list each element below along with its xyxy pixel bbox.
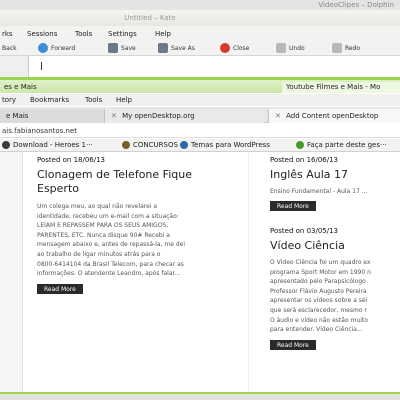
post-title-clonagem[interactable]: Clonagem de Telefone Fique Esperto xyxy=(37,168,247,196)
bookmark-label: Faça parte deste ges··· xyxy=(307,141,387,149)
bookmark-label: CONCURSOS xyxy=(133,141,178,149)
post-title-ingles[interactable]: Inglês Aula 17 xyxy=(270,168,400,182)
excerpt-line: para entender. Vídeo Ciência... xyxy=(270,326,363,334)
undo-button[interactable]: Undo xyxy=(276,42,305,54)
excerpt-line: Um colega meu, ao qual não revelarei a xyxy=(37,203,158,210)
post-excerpt: Um colega meu, ao qual não revelarei a i… xyxy=(37,202,247,279)
bookmark-label: Temas para WordPress xyxy=(191,141,270,149)
tab-opendesktop[interactable]: ✕ My openDesktop.org xyxy=(104,109,264,123)
back-label: Back xyxy=(2,44,17,52)
taskbar-strip xyxy=(0,392,400,400)
save-label: Save xyxy=(121,44,136,52)
forward-button[interactable]: Forward xyxy=(38,42,75,54)
tab-fabiano[interactable]: e Mais xyxy=(0,109,104,123)
tab-opendesktop-label: My openDesktop.org xyxy=(122,112,195,120)
read-more-button[interactable]: Read More xyxy=(270,201,316,211)
download-icon xyxy=(2,141,10,149)
excerpt-line: PARENTES, ETC. Nunca disque 90# Recebi a xyxy=(37,231,170,239)
window-tab-left[interactable]: es e Mais xyxy=(0,82,56,93)
browser-menubar: tory Bookmarks Tools Help xyxy=(0,94,400,106)
read-more-button[interactable]: Read More xyxy=(270,340,316,350)
kate-menu-sessions[interactable]: Sessions xyxy=(27,30,57,38)
excerpt-line: apresentado pelo Parapsicólogo xyxy=(270,278,366,286)
post-date: Posted on 16/06/13 xyxy=(270,156,339,164)
kate-menu-settings[interactable]: Settings xyxy=(108,30,137,38)
tab-fabiano-label: e Mais xyxy=(6,112,29,120)
save-button[interactable]: Save xyxy=(108,42,136,54)
post-excerpt: Ensino Fundamental - Aula 17 ... xyxy=(270,188,368,195)
post-title-video-ciencia[interactable]: Vídeo Ciência xyxy=(270,239,400,253)
redo-label: Redo xyxy=(345,44,361,52)
column-divider xyxy=(248,152,249,393)
bookmark-concursos[interactable]: CONCURSOS xyxy=(122,141,178,149)
read-more-button[interactable]: Read More xyxy=(37,284,83,294)
kate-menu-tools[interactable]: Tools xyxy=(75,30,92,38)
tab-close-icon[interactable]: ✕ xyxy=(275,112,281,120)
forward-label: Forward xyxy=(51,44,76,52)
menu-history[interactable]: tory xyxy=(2,96,16,104)
excerpt-line: que será esclarecedor, mesmo r xyxy=(270,306,367,314)
bookmark-faca-parte[interactable]: Faça parte deste ges··· xyxy=(296,141,387,149)
excerpt-line: mensagem abaixo e, antes de repassá-la, … xyxy=(37,241,186,249)
url-text: ais.fabianosantos.net xyxy=(2,127,78,135)
bookmark-label: Download - Heroes 1··· xyxy=(13,141,93,149)
post-date: Posted on 18/06/13 xyxy=(37,156,106,164)
save-as-icon xyxy=(158,43,168,53)
close-button[interactable]: Close xyxy=(220,42,249,54)
save-as-label: Save As xyxy=(171,44,195,52)
kate-window-title: Untitled – Kate xyxy=(124,14,176,22)
page-content: Posted on 18/06/13 Clonagem de Telefone … xyxy=(22,152,400,393)
close-label: Close xyxy=(233,44,250,52)
bookmarks-toolbar: Download - Heroes 1··· CONCURSOS Temas p… xyxy=(0,139,400,152)
text-cursor xyxy=(41,62,42,70)
redo-icon xyxy=(332,43,342,53)
excerpt-line: LEIAM E REPASSEM PARA OS SEUS AMIGOS, xyxy=(37,222,169,230)
post-excerpt: O Vídeo Ciência foi um quadro ex program… xyxy=(270,258,400,335)
browser-tabbar: e Mais ✕ My openDesktop.org ✕ Add Conten… xyxy=(0,107,400,123)
leaf-icon xyxy=(296,141,304,149)
excerpt-line: O áudio e vídeo não estão muito xyxy=(270,316,368,324)
excerpt-line: informações. O atendente Leandro, após f… xyxy=(37,270,181,278)
wordpress-icon xyxy=(180,141,188,149)
kate-menubar: rks Sessions Tools Settings Help xyxy=(0,27,400,39)
excerpt-line: programa Sport Motor em 1990 n xyxy=(270,268,371,276)
excerpt-line: 0800-6414104 da Brasil Telecom, para che… xyxy=(37,260,184,268)
undo-icon xyxy=(276,43,286,53)
bookmark-temas-wordpress[interactable]: Temas para WordPress xyxy=(180,141,270,149)
excerpt-line: O Vídeo Ciência foi um quadro ex xyxy=(270,259,371,266)
menu-tools[interactable]: Tools xyxy=(85,96,102,104)
save-icon xyxy=(108,43,118,53)
kate-titlebar[interactable]: Untitled – Kate xyxy=(0,10,400,26)
post-title-line: Clonagem de Telefone Fique xyxy=(37,168,192,181)
kate-menu-help[interactable]: Help xyxy=(155,30,171,38)
back-button[interactable]: Back xyxy=(2,42,17,54)
kate-menu-bookmarks[interactable]: rks xyxy=(2,30,13,38)
excerpt-line: identidade, recebeu um e-mail com a situ… xyxy=(37,212,179,220)
tab-add-content-label: Add Content openDesktop xyxy=(286,112,379,120)
kate-toolbar: Back Forward Save Save As Close Undo Red… xyxy=(0,40,400,56)
close-icon xyxy=(220,43,230,53)
page-left-margin xyxy=(0,152,22,393)
browser-window-titlebar[interactable]: es e Mais Youtube Filmes e Mais - Mo xyxy=(0,80,400,93)
menu-help[interactable]: Help xyxy=(116,96,132,104)
excerpt-line: apresentar os vídeos sobre a séi xyxy=(270,297,368,305)
dolphin-title: VideoClipes – Dolphin xyxy=(318,1,394,9)
forward-icon xyxy=(38,43,48,53)
undo-label: Undo xyxy=(289,44,305,52)
menu-bookmarks[interactable]: Bookmarks xyxy=(30,96,69,104)
bookmark-icon xyxy=(122,141,130,149)
url-bar[interactable]: ais.fabianosantos.net xyxy=(0,124,400,138)
tab-close-icon[interactable]: ✕ xyxy=(111,112,117,120)
redo-button[interactable]: Redo xyxy=(332,42,360,54)
bookmark-download-heroes[interactable]: Download - Heroes 1··· xyxy=(2,141,93,149)
excerpt-line: Professor Flávio Augusto Pereira xyxy=(270,287,367,295)
browser-window: es e Mais Youtube Filmes e Mais - Mo tor… xyxy=(0,77,400,393)
excerpt-line: ao trabalho de ligar minutos atrás para … xyxy=(37,250,161,258)
save-as-button[interactable]: Save As xyxy=(158,42,195,54)
tab-add-content[interactable]: ✕ Add Content openDesktop xyxy=(268,109,400,123)
post-date: Posted on 03/05/13 xyxy=(270,227,339,235)
window-tab-youtube[interactable]: Youtube Filmes e Mais - Mo xyxy=(282,82,400,93)
post-title-line: Esperto xyxy=(37,182,79,195)
